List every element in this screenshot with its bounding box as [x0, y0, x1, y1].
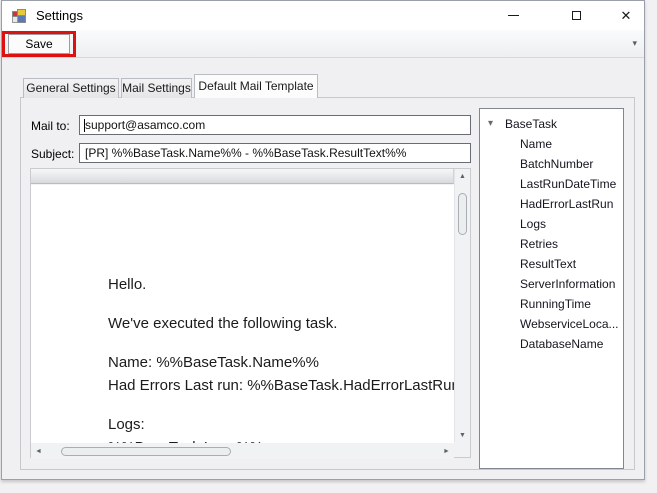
template-line: We've executed the following task. [108, 312, 454, 335]
tree-node[interactable]: Retries [480, 234, 623, 254]
editor-top-strip [31, 169, 454, 184]
mail-to-value: support@asamco.com [85, 118, 205, 132]
tree-node[interactable]: BatchNumber [480, 154, 623, 174]
settings-window: Settings ✕ Save ▾ General Settings Mail … [1, 0, 645, 480]
chevron-down-icon: ▾ [632, 38, 637, 48]
tree-root-label: BaseTask [505, 114, 557, 134]
text-caret [84, 119, 85, 132]
subject-input[interactable]: [PR] %%BaseTask.Name%% - %%BaseTask.Resu… [79, 143, 471, 163]
tab-page-default-mail-template: Mail to: support@asamco.com Subject: [PR… [20, 97, 635, 470]
mail-template-body[interactable]: Hello. We've executed the following task.… [31, 185, 454, 443]
tab-general-settings[interactable]: General Settings [23, 78, 119, 98]
tree-node[interactable]: HadErrorLastRun [480, 194, 623, 214]
subject-label: Subject: [31, 147, 74, 161]
subject-value: [PR] %%BaseTask.Name%% - %%BaseTask.Resu… [85, 146, 406, 160]
toolstrip-overflow-button[interactable]: ▾ [632, 39, 637, 48]
template-line: Hello. [108, 273, 454, 296]
minimize-icon [508, 15, 519, 16]
tree-node[interactable]: WebserviceLoca... [480, 314, 623, 334]
tree-node[interactable]: LastRunDateTime [480, 174, 623, 194]
scroll-up-icon[interactable]: ▲ [459, 173, 466, 180]
mail-template-editor[interactable]: Hello. We've executed the following task.… [30, 168, 471, 458]
template-line: Name: %%BaseTask.Name%% [108, 351, 454, 374]
scrollbar-corner [454, 442, 470, 457]
vertical-scrollbar[interactable]: ▲ ▼ [454, 169, 470, 443]
template-line [108, 397, 454, 413]
tree-children: NameBatchNumberLastRunDateTimeHadErrorLa… [480, 134, 623, 354]
horizontal-scrollbar[interactable]: ◄ ► [31, 444, 454, 459]
title-bar: Settings ✕ [2, 1, 644, 30]
minimize-button[interactable] [491, 1, 535, 30]
scroll-left-icon[interactable]: ◄ [35, 448, 42, 455]
maximize-button[interactable] [554, 1, 598, 30]
template-line: Had Errors Last run: %%BaseTask.HadError… [108, 374, 454, 397]
tree-node[interactable]: Logs [480, 214, 623, 234]
horizontal-scrollbar-thumb[interactable] [61, 447, 231, 456]
close-button[interactable]: ✕ [606, 1, 646, 30]
scroll-right-icon[interactable]: ► [443, 448, 450, 455]
window-title: Settings [36, 1, 83, 30]
tree-node[interactable]: Name [480, 134, 623, 154]
tree-expander-icon[interactable]: ▾ [488, 114, 493, 134]
tree-node[interactable]: ResultText [480, 254, 623, 274]
template-line [108, 335, 454, 351]
toolstrip: Save ▾ [2, 30, 644, 58]
mail-to-input[interactable]: support@asamco.com [79, 115, 471, 135]
tab-default-mail-template[interactable]: Default Mail Template [194, 74, 318, 98]
scroll-down-icon[interactable]: ▼ [459, 432, 466, 439]
template-line: %%BaseTask.Logs%% [108, 436, 454, 443]
tree-node[interactable]: ServerInformation [480, 274, 623, 294]
app-icon [11, 8, 27, 24]
tree-node[interactable]: DatabaseName [480, 334, 623, 354]
template-line: Logs: [108, 413, 454, 436]
vertical-scrollbar-thumb[interactable] [458, 193, 467, 235]
tab-mail-settings[interactable]: Mail Settings [121, 78, 192, 98]
maximize-icon [572, 11, 581, 20]
save-button[interactable]: Save [8, 34, 70, 54]
tree-node-root[interactable]: ▾ BaseTask [480, 114, 623, 134]
tree-node[interactable]: RunningTime [480, 294, 623, 314]
template-line [108, 296, 454, 312]
placeholder-treeview[interactable]: ▾ BaseTask NameBatchNumberLastRunDateTim… [479, 108, 624, 469]
close-icon: ✕ [621, 9, 632, 22]
mail-to-label: Mail to: [31, 119, 70, 133]
